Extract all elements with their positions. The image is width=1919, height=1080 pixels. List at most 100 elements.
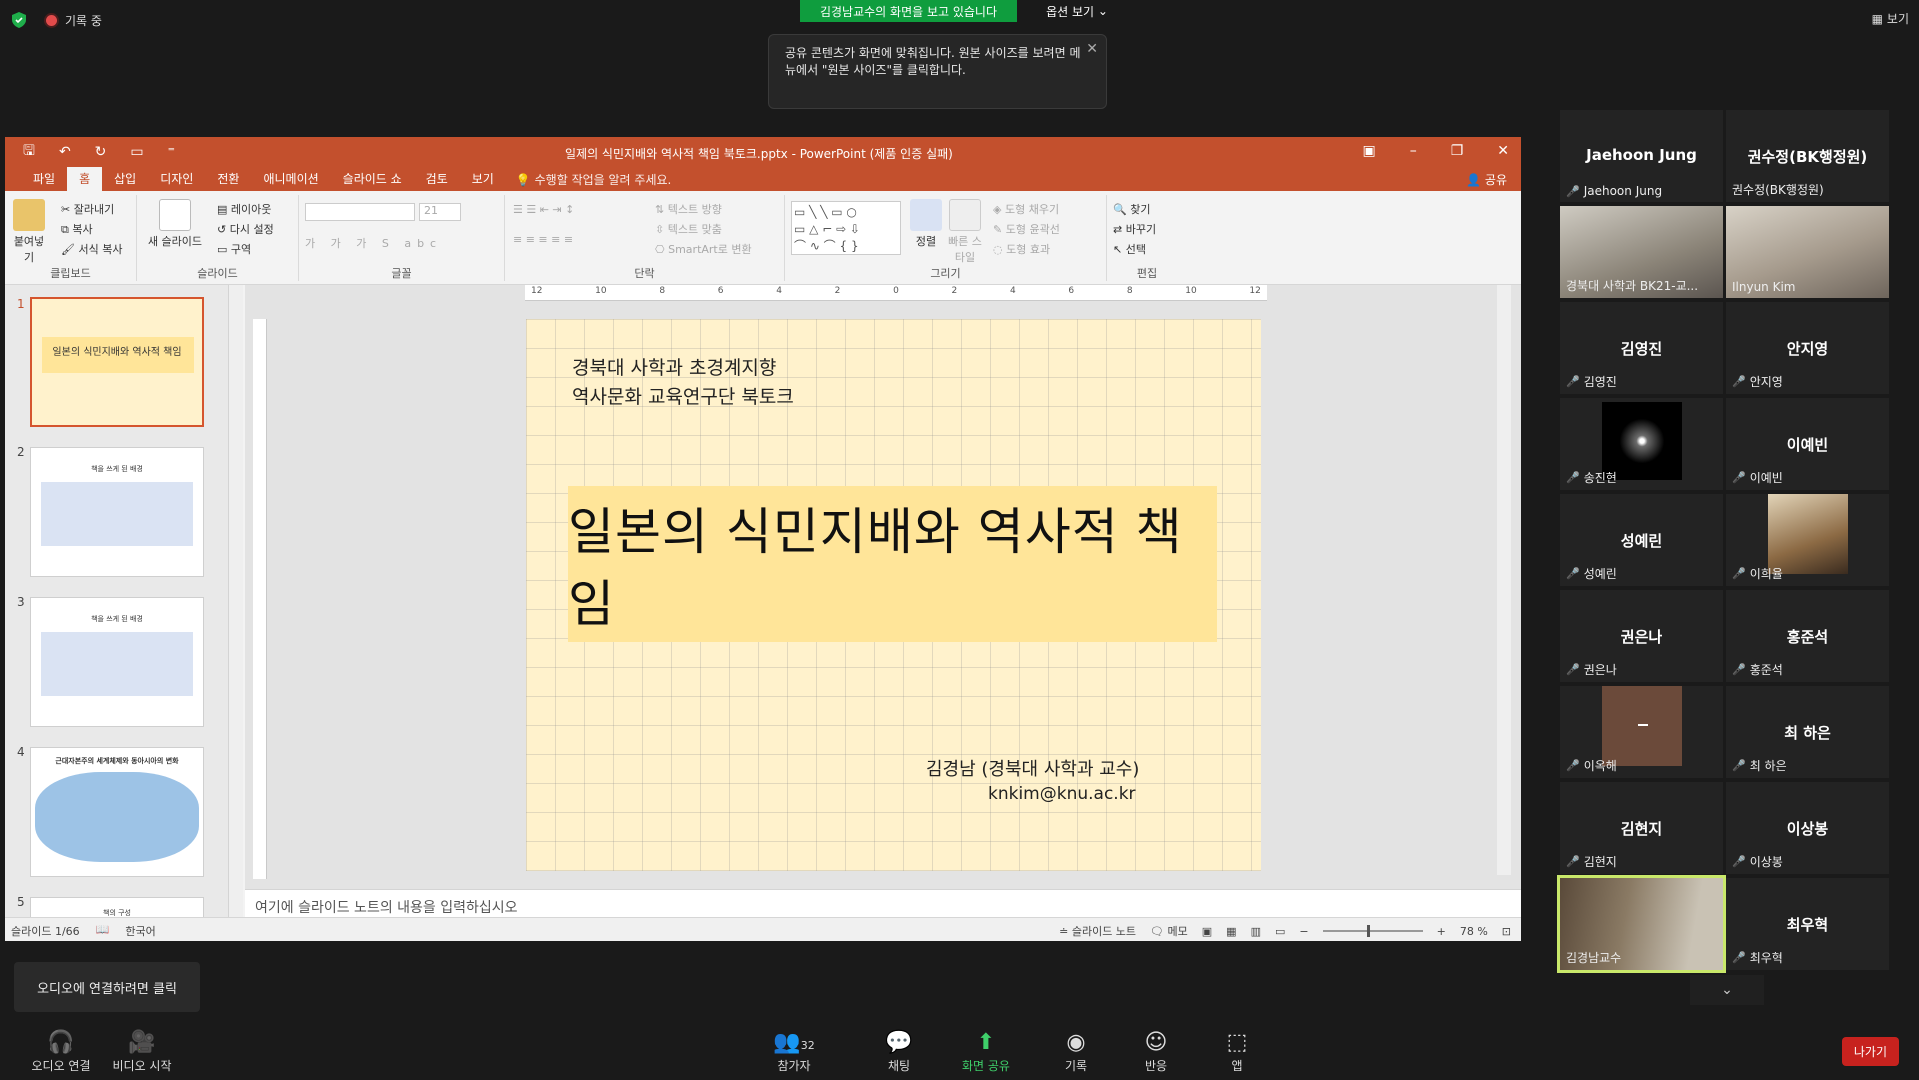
shape-fill-button[interactable]: ◈ 도형 채우기 [993, 201, 1059, 217]
section-button[interactable]: ▭ 구역 [217, 241, 251, 257]
reading-view-icon[interactable]: ▥ [1251, 925, 1261, 938]
slide-thumbnail[interactable]: 책을 쓰게 된 배경 [30, 447, 204, 577]
tab-animations[interactable]: 애니메이션 [251, 167, 330, 191]
sorter-view-icon[interactable]: ▦ [1226, 925, 1236, 938]
leave-button[interactable]: 나가기 [1841, 1037, 1899, 1066]
shape-effects-button[interactable]: ◌ 도형 효과 [993, 241, 1050, 257]
participants-button[interactable]: 👥32 참가자 [764, 1029, 824, 1074]
present-icon[interactable]: ▭ [130, 144, 143, 160]
tab-transitions[interactable]: 전환 [205, 167, 251, 191]
tab-slideshow[interactable]: 슬라이드 쇼 [331, 167, 414, 191]
slide-thumbnail[interactable]: 일본의 식민지배와 역사적 책임 [30, 297, 204, 427]
slide-thumbnail[interactable]: 근대자본주의 세계체제와 동아시아의 변화 [30, 747, 204, 877]
participant-tile[interactable]: 🎤 송진현 [1560, 398, 1723, 490]
view-options-button[interactable]: 옵션 보기 ⌄ [1037, 0, 1117, 22]
align-text-button[interactable]: ⇳ 텍스트 맞춤 [655, 221, 722, 237]
audio-connect-tooltip[interactable]: 오디오에 연결하려면 클릭 [14, 962, 200, 1012]
recording-indicator[interactable]: 기록 중 [46, 12, 102, 29]
zoom-out-icon[interactable]: − [1299, 925, 1308, 938]
zoom-slider[interactable] [1322, 925, 1423, 937]
redo-icon[interactable]: ↻ [95, 144, 107, 160]
participant-tile[interactable]: 안지영 🎤 안지영 [1726, 302, 1889, 394]
save-icon[interactable]: 🖫 [23, 140, 35, 164]
zoom-level[interactable]: 78 % [1460, 925, 1488, 938]
notes-field[interactable]: 여기에 슬라이드 노트의 내용을 입력하십시오 [245, 889, 1521, 919]
close-window-icon[interactable]: ✕ [1497, 143, 1509, 159]
participant-tile[interactable]: 🎤 이옥해 [1560, 686, 1723, 778]
new-slide-button[interactable]: 새 슬라이드 [143, 199, 207, 249]
tab-design[interactable]: 디자인 [148, 167, 205, 191]
slide-thumbnail[interactable]: 책을 쓰게 된 배경 [30, 597, 204, 727]
participant-tile[interactable]: 이예빈 🎤 이예빈 [1726, 398, 1889, 490]
chat-button[interactable]: 💬 채팅 [876, 1029, 922, 1074]
participant-tile[interactable]: 권은나 🎤 권은나 [1560, 590, 1723, 682]
layout-button[interactable]: ▤ 레이아웃 [217, 201, 271, 217]
replace-button[interactable]: ⇄ 바꾸기 [1113, 221, 1156, 237]
participant-tile[interactable]: 홍준석 🎤 홍준석 [1726, 590, 1889, 682]
participant-tile[interactable]: 성예린 🎤 성예린 [1560, 494, 1723, 586]
zoom-in-icon[interactable]: + [1437, 925, 1446, 938]
tab-home[interactable]: 홈 [67, 167, 103, 191]
list-buttons[interactable]: ☰ ☰ ⇤ ⇥ ↕ [513, 203, 574, 216]
copy-button[interactable]: ⧉ 복사 [61, 221, 93, 237]
font-name-select[interactable] [305, 203, 415, 221]
paste-button[interactable]: 붙여넣기 [9, 199, 49, 265]
select-button[interactable]: ↖ 선택 [1113, 241, 1146, 257]
minimize-icon[interactable]: – [1410, 143, 1417, 159]
participant-tile[interactable]: 김현지 🎤 김현지 [1560, 782, 1723, 874]
tab-file[interactable]: 파일 [21, 167, 67, 191]
language-indicator[interactable]: 한국어 [125, 923, 155, 939]
close-icon[interactable]: ✕ [1086, 41, 1098, 58]
participant-tile[interactable]: 김영진 🎤 김영진 [1560, 302, 1723, 394]
audio-button[interactable]: 🎧 오디오 연결 [18, 1029, 104, 1074]
view-button[interactable]: ▦ 보기 [1872, 10, 1909, 27]
share-button[interactable]: 👤 공유 [1466, 171, 1507, 188]
security-shield-icon[interactable] [12, 12, 26, 28]
participant-tile-active-speaker[interactable]: 김경남교수 [1557, 875, 1726, 973]
restore-icon[interactable]: ❐ [1451, 143, 1464, 159]
text-direction-button[interactable]: ⇅ 텍스트 방향 [655, 201, 722, 217]
comments-toggle[interactable]: 🗨 메모 [1150, 923, 1188, 939]
video-button[interactable]: 🎥 비디오 시작 [102, 1029, 182, 1074]
fit-to-window-icon[interactable]: ⊡ [1502, 925, 1511, 938]
quick-styles-button[interactable]: 빠른 스타일 [947, 199, 983, 265]
cut-button[interactable]: ✂ 잘라내기 [61, 201, 114, 217]
slideshow-view-icon[interactable]: ▭ [1275, 925, 1285, 938]
reset-button[interactable]: ↺ 다시 설정 [217, 221, 274, 237]
tab-view[interactable]: 보기 [460, 167, 506, 191]
participant-tile[interactable]: 경북대 사학과 BK21-교... [1560, 206, 1723, 298]
participant-tile[interactable]: 🎤 이희율 [1726, 494, 1889, 586]
reactions-button[interactable]: ☺ 반응 [1136, 1029, 1176, 1074]
customize-qat-icon[interactable]: ⁼ [168, 144, 175, 160]
smartart-button[interactable]: ⎔ SmartArt로 변환 [655, 241, 752, 257]
align-buttons[interactable]: ≡ ≡ ≡ ≡ ≡ [513, 233, 573, 246]
shape-outline-button[interactable]: ✎ 도형 윤곽선 [993, 221, 1060, 237]
normal-view-icon[interactable]: ▣ [1202, 925, 1212, 938]
gallery-next-page-button[interactable]: ⌄ [1690, 975, 1764, 1005]
current-slide[interactable]: 경북대 사학과 초경계지향 역사문화 교육연구단 북토크 일본의 식민지배와 역… [526, 319, 1261, 871]
tab-review[interactable]: 검토 [414, 167, 460, 191]
undo-icon[interactable]: ↶ [59, 144, 71, 160]
participant-tile[interactable]: 이상봉 🎤 이상봉 [1726, 782, 1889, 874]
participant-tile[interactable]: Ilnyun Kim [1726, 206, 1889, 298]
spellcheck-icon[interactable]: 📖 [96, 923, 110, 939]
font-format-buttons[interactable]: 가 가 가 S abc [305, 235, 442, 251]
participant-tile[interactable]: 권수정(BK행정원) 권수정(BK행정원) [1726, 110, 1889, 202]
tab-insert[interactable]: 삽입 [102, 167, 148, 191]
format-painter-button[interactable]: 🖌 서식 복사 [61, 241, 122, 257]
slide-title-box[interactable]: 일본의 식민지배와 역사적 책임 [568, 486, 1217, 642]
participant-tile[interactable]: 최 하은 🎤 최 하은 [1726, 686, 1889, 778]
tell-me-search[interactable]: 💡 수행할 작업을 알려 주세요. [516, 171, 671, 188]
shapes-gallery[interactable]: ▭ ╲ ╲ ▭ ○ ▭ △ ⌐ ⇨ ⇩ ⌒ ∿ ⌒ { } [791, 201, 901, 255]
find-button[interactable]: 🔍 찾기 [1113, 201, 1150, 217]
share-screen-button[interactable]: ⬆ 화면 공유 [950, 1029, 1022, 1074]
apps-button[interactable]: ⬚ 앱 [1222, 1029, 1252, 1074]
ribbon-display-icon[interactable]: ▣ [1362, 143, 1375, 159]
thumbnail-scrollbar[interactable] [229, 285, 243, 925]
record-button[interactable]: ◉ 기록 [1056, 1029, 1096, 1074]
participant-tile[interactable]: Jaehoon Jung 🎤 Jaehoon Jung [1560, 110, 1723, 202]
notes-toggle[interactable]: ≐ 슬라이드 노트 [1059, 923, 1136, 939]
participant-tile[interactable]: 최우혁 🎤 최우혁 [1726, 878, 1889, 970]
font-size-select[interactable]: 21 [419, 203, 461, 221]
arrange-button[interactable]: 정렬 [909, 199, 943, 249]
